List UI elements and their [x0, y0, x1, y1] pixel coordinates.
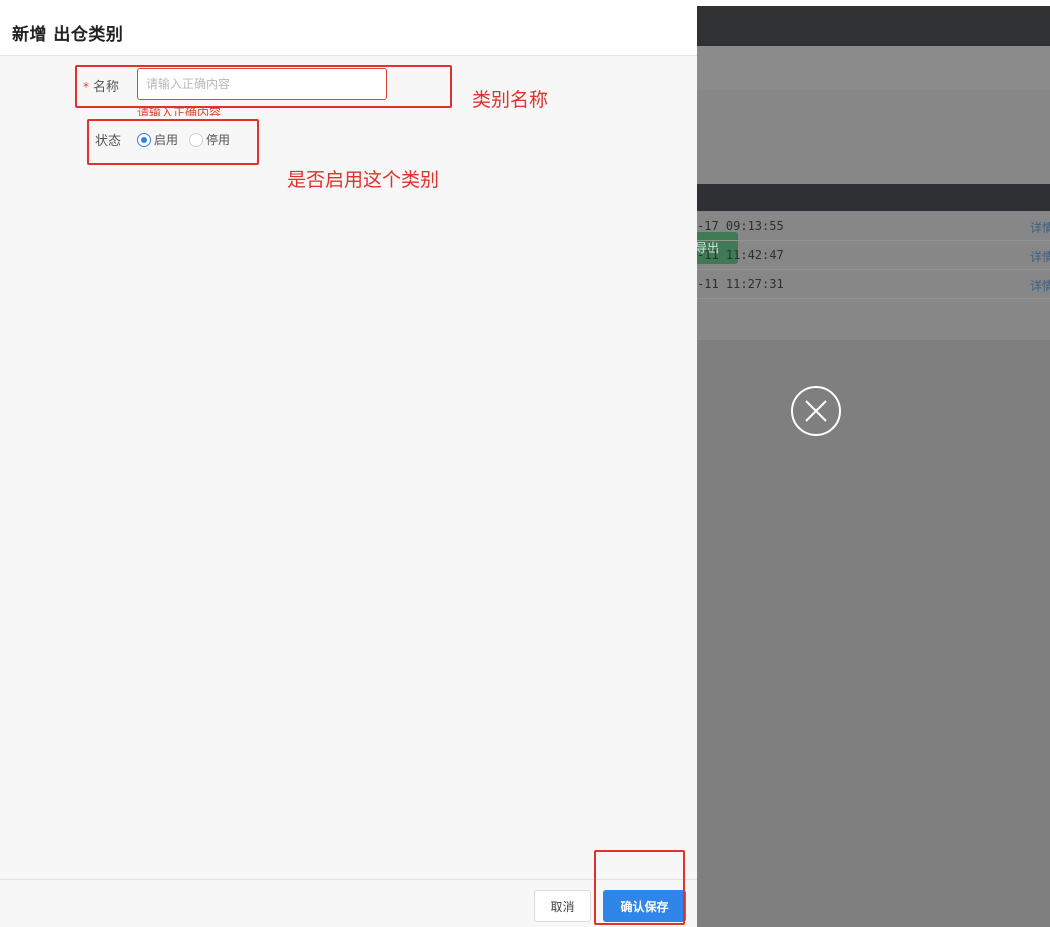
add-category-drawer: 新增 出仓类别 *名称 请输入正确内容 状态 启用 停用 类别名称 是否启用这个…	[0, 6, 697, 927]
background-topbar	[697, 6, 1050, 46]
screen: 导出 -17 09:13:55 详情 -11 11:42:47 详情 -11 1…	[0, 0, 1050, 927]
cancel-button[interactable]: 取消	[534, 890, 591, 922]
close-icon[interactable]	[791, 386, 841, 436]
row-time: -17 09:13:55	[697, 219, 784, 233]
background-panel: 导出 -17 09:13:55 详情 -11 11:42:47 详情 -11 1…	[697, 90, 1050, 340]
drawer-header: 新增 出仓类别	[0, 6, 697, 56]
background-table-header	[697, 184, 1050, 211]
row-detail-link: 详情	[1030, 279, 1050, 293]
row-time: -11 11:27:31	[697, 277, 784, 291]
drawer-title: 新增 出仓类别	[12, 25, 124, 45]
annotation-box-status	[87, 119, 259, 165]
annotation-name-note: 类别名称	[472, 89, 549, 111]
background-overlay[interactable]: 导出 -17 09:13:55 详情 -11 11:42:47 详情 -11 1…	[697, 0, 1050, 927]
row-time: -11 11:42:47	[697, 248, 784, 262]
table-row: -11 11:42:47 详情	[697, 241, 1050, 270]
table-row: -11 11:27:31 详情	[697, 270, 1050, 299]
row-detail-link: 详情	[1030, 250, 1050, 264]
table-row: -17 09:13:55 详情	[697, 212, 1050, 241]
annotation-box-save	[594, 850, 685, 925]
drawer-footer	[0, 879, 697, 927]
annotation-status-note: 是否启用这个类别	[287, 169, 440, 191]
background-subbar	[697, 46, 1050, 90]
row-detail-link: 详情	[1030, 221, 1050, 235]
annotation-box-name	[75, 65, 452, 108]
